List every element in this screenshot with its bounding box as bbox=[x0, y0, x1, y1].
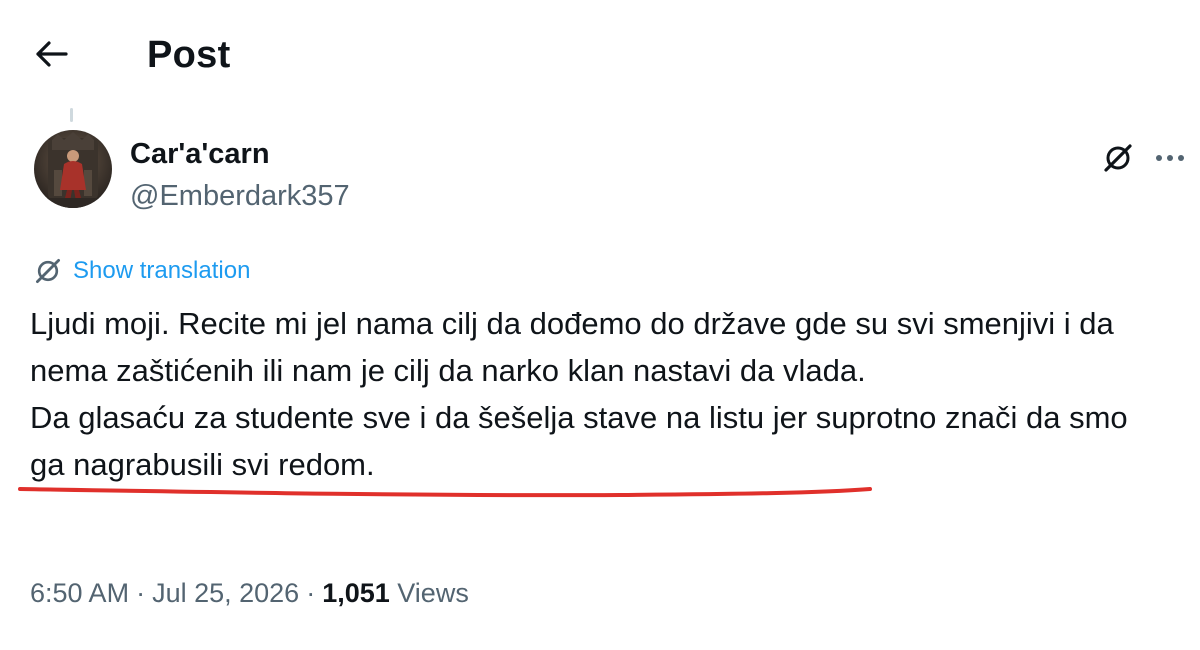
post-time[interactable]: 6:50 AM bbox=[30, 578, 129, 608]
views-count[interactable]: 1,051 bbox=[322, 578, 390, 608]
thread-connector-line bbox=[70, 108, 73, 122]
underlined-text: Da glasaću za studente sve i da šešelja … bbox=[30, 400, 765, 435]
post-paragraph: Ljudi moji. Recite mi jel nama cilj da d… bbox=[30, 306, 1114, 388]
avatar[interactable] bbox=[34, 130, 112, 208]
grok-button[interactable] bbox=[1096, 136, 1140, 180]
separator-dot: · bbox=[136, 578, 146, 608]
post-body: Ljudi moji. Recite mi jel nama cilj da d… bbox=[30, 300, 1170, 488]
post-header: Post bbox=[0, 0, 1200, 110]
separator-dot: · bbox=[306, 578, 316, 608]
post-paragraph: Da glasaću za studente sve i da šešelja … bbox=[30, 394, 1170, 488]
author-display-name[interactable]: Car'a'carn bbox=[130, 138, 270, 171]
grok-icon bbox=[1104, 144, 1132, 172]
arrow-left-icon bbox=[36, 41, 68, 67]
more-horizontal-icon bbox=[1156, 155, 1184, 161]
views-label: Views bbox=[397, 578, 469, 608]
grok-icon bbox=[36, 259, 60, 283]
more-options-button[interactable] bbox=[1148, 136, 1192, 180]
author-handle[interactable]: @Emberdark357 bbox=[130, 180, 350, 213]
avatar-image bbox=[34, 130, 112, 208]
back-button[interactable] bbox=[30, 32, 74, 76]
page-title: Post bbox=[147, 34, 231, 76]
post-metadata: 6:50 AM · Jul 25, 2026 · 1,051 Views bbox=[30, 578, 469, 609]
post-date[interactable]: Jul 25, 2026 bbox=[152, 578, 299, 608]
show-translation-link[interactable]: Show translation bbox=[33, 254, 250, 288]
show-translation-label: Show translation bbox=[73, 257, 251, 284]
